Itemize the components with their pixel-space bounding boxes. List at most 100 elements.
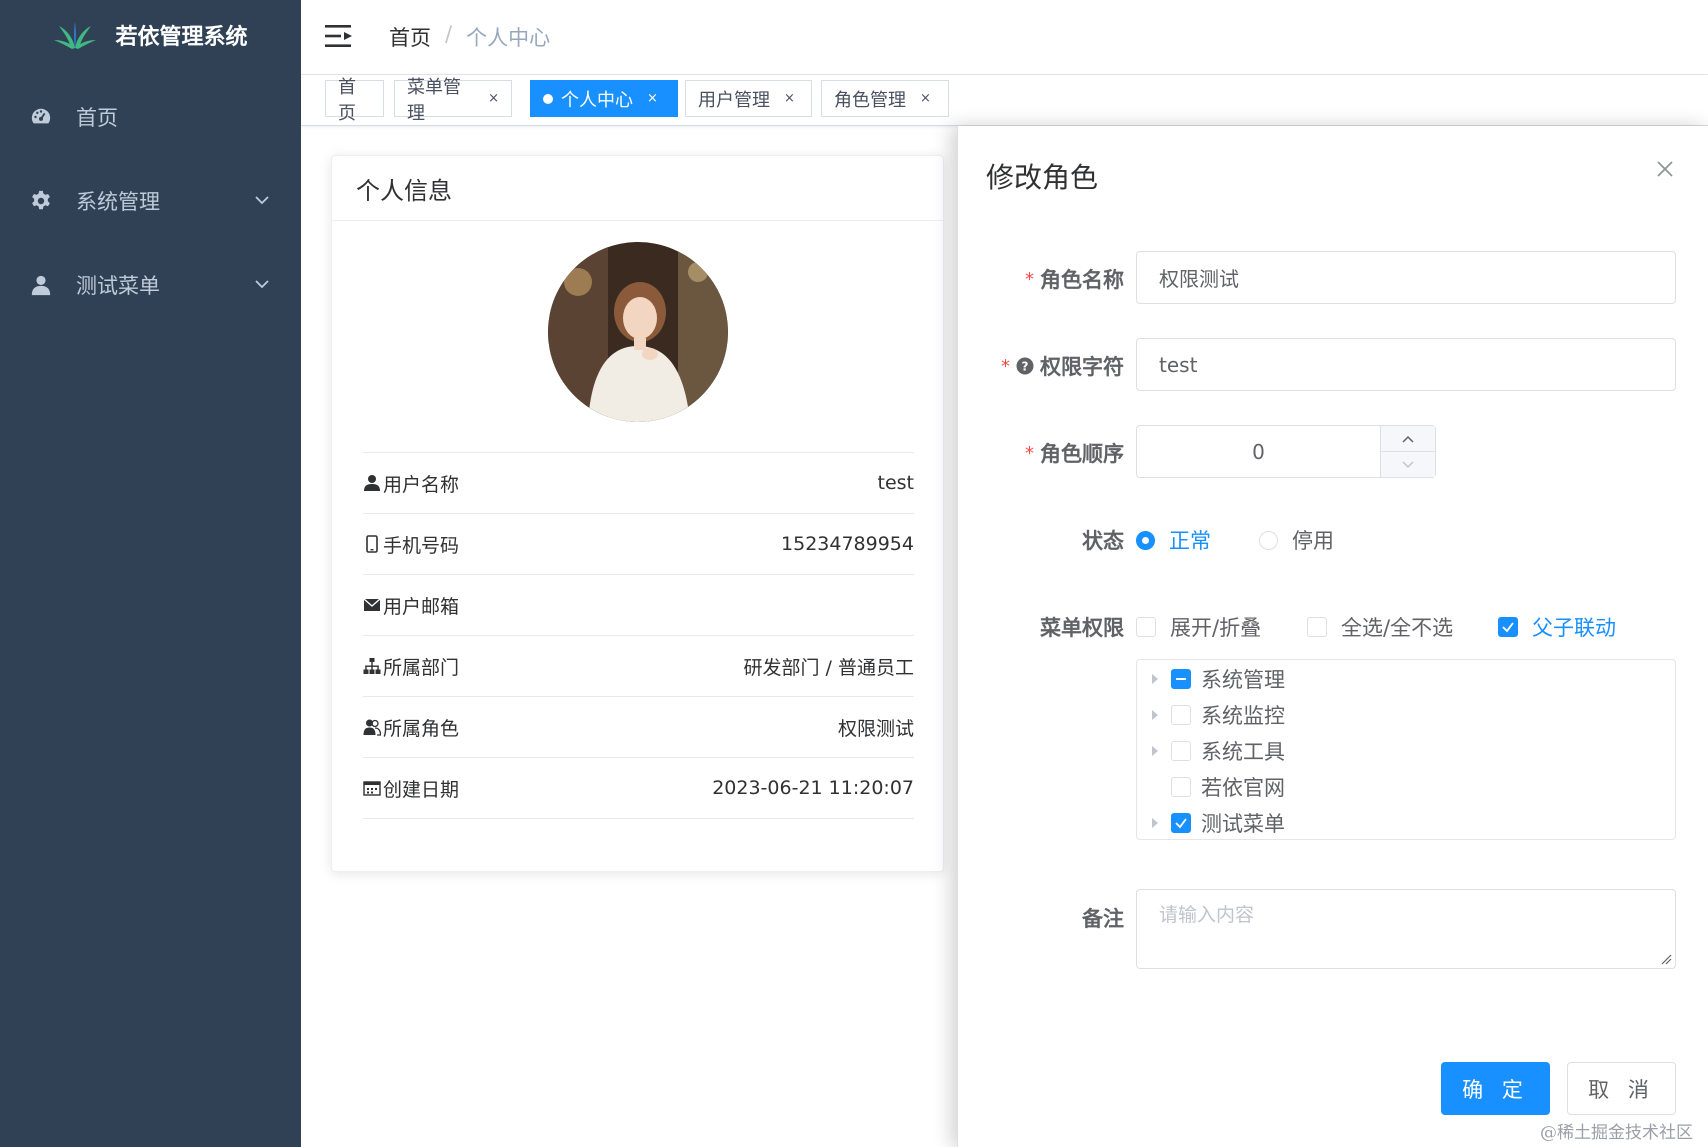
list-item: 所属部门 研发部门 / 普通员工: [363, 635, 914, 696]
breadcrumb: 首页 / 个人中心: [389, 22, 550, 52]
stepper-up-button[interactable]: [1381, 426, 1435, 452]
stepper-down-button[interactable]: [1381, 452, 1435, 477]
dashboard-icon: [31, 108, 51, 124]
check-icon: [1175, 818, 1187, 829]
chevron-down-icon: [255, 196, 269, 205]
tab-personal-center[interactable]: 个人中心 ×: [530, 80, 678, 117]
info-value: 15234789954: [781, 533, 914, 555]
app-title: 若依管理系统: [115, 25, 248, 50]
cancel-button[interactable]: 取 消: [1567, 1062, 1676, 1115]
role-key-input[interactable]: test: [1136, 338, 1676, 391]
gear-icon: [32, 190, 50, 210]
resize-handle-icon[interactable]: [1660, 953, 1672, 965]
tree-node-label: 系统监控: [1201, 704, 1285, 728]
role-key-label: * ? 权限字符: [1001, 351, 1124, 381]
list-item: 所属角色 权限测试: [363, 696, 914, 757]
check-icon: [1502, 622, 1514, 633]
remark-textarea[interactable]: 请输入内容: [1136, 889, 1676, 969]
sidebar-item-label: 首页: [76, 106, 118, 130]
chevron-down-icon: [1402, 460, 1414, 468]
required-mark: *: [1025, 442, 1034, 464]
menu-tree: 系统管理 系统监控 系统工具 若依官网 测试菜单: [1136, 659, 1676, 840]
stepper-controls: [1380, 426, 1435, 477]
avatar-image: [548, 242, 728, 422]
tree-node[interactable]: 系统工具: [1137, 733, 1675, 769]
remark-placeholder: 请输入内容: [1159, 904, 1255, 926]
remark-label: 备注: [1082, 903, 1124, 933]
info-label: 所属角色: [383, 717, 460, 740]
chevron-down-icon: [255, 280, 269, 289]
status-label: 状态: [1082, 525, 1124, 555]
list-item: 用户名称 test: [363, 452, 914, 513]
close-icon[interactable]: ×: [784, 91, 795, 106]
tree-node[interactable]: 系统监控: [1137, 697, 1675, 733]
sidebar-item-label: 系统管理: [76, 190, 160, 214]
checkbox-label: 父子联动: [1532, 616, 1616, 640]
confirm-button[interactable]: 确 定: [1441, 1062, 1550, 1115]
role-name-input[interactable]: 权限测试: [1136, 251, 1676, 304]
breadcrumb-home[interactable]: 首页: [389, 22, 431, 52]
expand-collapse-checkbox[interactable]: 展开/折叠: [1136, 612, 1261, 642]
info-value: 2023-06-21 11:20:07: [712, 777, 914, 799]
select-all-checkbox[interactable]: 全选/全不选: [1307, 612, 1453, 642]
caret-right-icon[interactable]: [1150, 817, 1160, 829]
close-icon[interactable]: ×: [488, 91, 499, 106]
parent-child-link-checkbox[interactable]: 父子联动: [1498, 612, 1616, 642]
list-item: 创建日期 2023-06-21 11:20:07: [363, 757, 914, 819]
role-sort-stepper[interactable]: 0: [1136, 425, 1436, 478]
tree-node[interactable]: 测试菜单: [1137, 805, 1675, 841]
sidebar-item-home[interactable]: 首页: [0, 75, 301, 159]
checkbox-box[interactable]: [1171, 705, 1191, 725]
navbar: 首页 / 个人中心: [301, 0, 1708, 75]
close-icon[interactable]: ×: [647, 91, 658, 106]
sidebar-item-test-menu[interactable]: 测试菜单: [0, 243, 301, 327]
tab-menu-management[interactable]: 菜单管理 ×: [394, 77, 512, 124]
tree-node[interactable]: 若依官网: [1137, 769, 1675, 805]
tree-node[interactable]: 系统管理: [1137, 661, 1675, 697]
tab-label: 用户管理: [698, 89, 770, 111]
close-icon[interactable]: [1654, 158, 1676, 180]
tab-user-management[interactable]: 用户管理 ×: [685, 80, 812, 117]
minus-icon: [1176, 678, 1186, 680]
status-radio-disabled[interactable]: 停用: [1259, 525, 1334, 555]
checkbox-box: [1307, 617, 1327, 637]
active-dot-icon: [543, 93, 553, 104]
sidebar-item-system[interactable]: 系统管理: [0, 159, 301, 243]
avatar[interactable]: [548, 242, 728, 422]
field-label-text: 角色顺序: [1040, 442, 1124, 466]
role-sort-label: * 角色顺序: [1025, 438, 1124, 468]
checkbox-box[interactable]: [1171, 669, 1191, 689]
caret-right-icon[interactable]: [1150, 673, 1160, 685]
role-sort-value[interactable]: 0: [1137, 426, 1380, 477]
tree-node-label: 测试菜单: [1201, 812, 1285, 836]
info-value: 权限测试: [837, 717, 914, 740]
checkbox-box: [1136, 617, 1156, 637]
close-icon[interactable]: ×: [920, 91, 931, 106]
profile-info-list: 用户名称 test 手机号码 15234789954 用户邮箱 所属部门 研发部…: [363, 452, 914, 819]
radio-circle: [1259, 530, 1278, 550]
menu-perm-label: 菜单权限: [1040, 612, 1124, 642]
hamburger-icon[interactable]: [325, 23, 353, 49]
checkbox-box[interactable]: [1171, 741, 1191, 761]
profile-card: 个人信息 用户名称 test 手机号码 15234789954 用户邮箱 所属部…: [331, 155, 944, 872]
tab-home[interactable]: 首页: [325, 77, 384, 124]
peoples-icon: [363, 719, 381, 736]
logo[interactable]: 若依管理系统: [0, 0, 301, 70]
list-item: 手机号码 15234789954: [363, 513, 914, 574]
checkbox-box[interactable]: [1171, 813, 1191, 833]
question-circle-icon[interactable]: ?: [1016, 357, 1034, 375]
watermark: @稀土掘金技术社区: [1540, 1123, 1693, 1143]
checkbox-label: 全选/全不选: [1341, 616, 1454, 640]
tab-label: 个人中心: [561, 89, 633, 111]
dialog-title: 修改角色: [986, 161, 1099, 194]
caret-right-icon[interactable]: [1150, 709, 1160, 721]
caret-right-icon[interactable]: [1150, 745, 1160, 757]
user-icon: [31, 275, 51, 296]
checkbox-box[interactable]: [1171, 777, 1191, 797]
logo-icon: [54, 22, 97, 49]
tab-role-management[interactable]: 角色管理 ×: [821, 80, 949, 117]
status-radio-normal[interactable]: 正常: [1136, 525, 1211, 555]
chevron-up-icon: [1402, 435, 1414, 443]
info-label: 用户邮箱: [383, 595, 460, 618]
field-label-text: 角色名称: [1040, 268, 1124, 292]
